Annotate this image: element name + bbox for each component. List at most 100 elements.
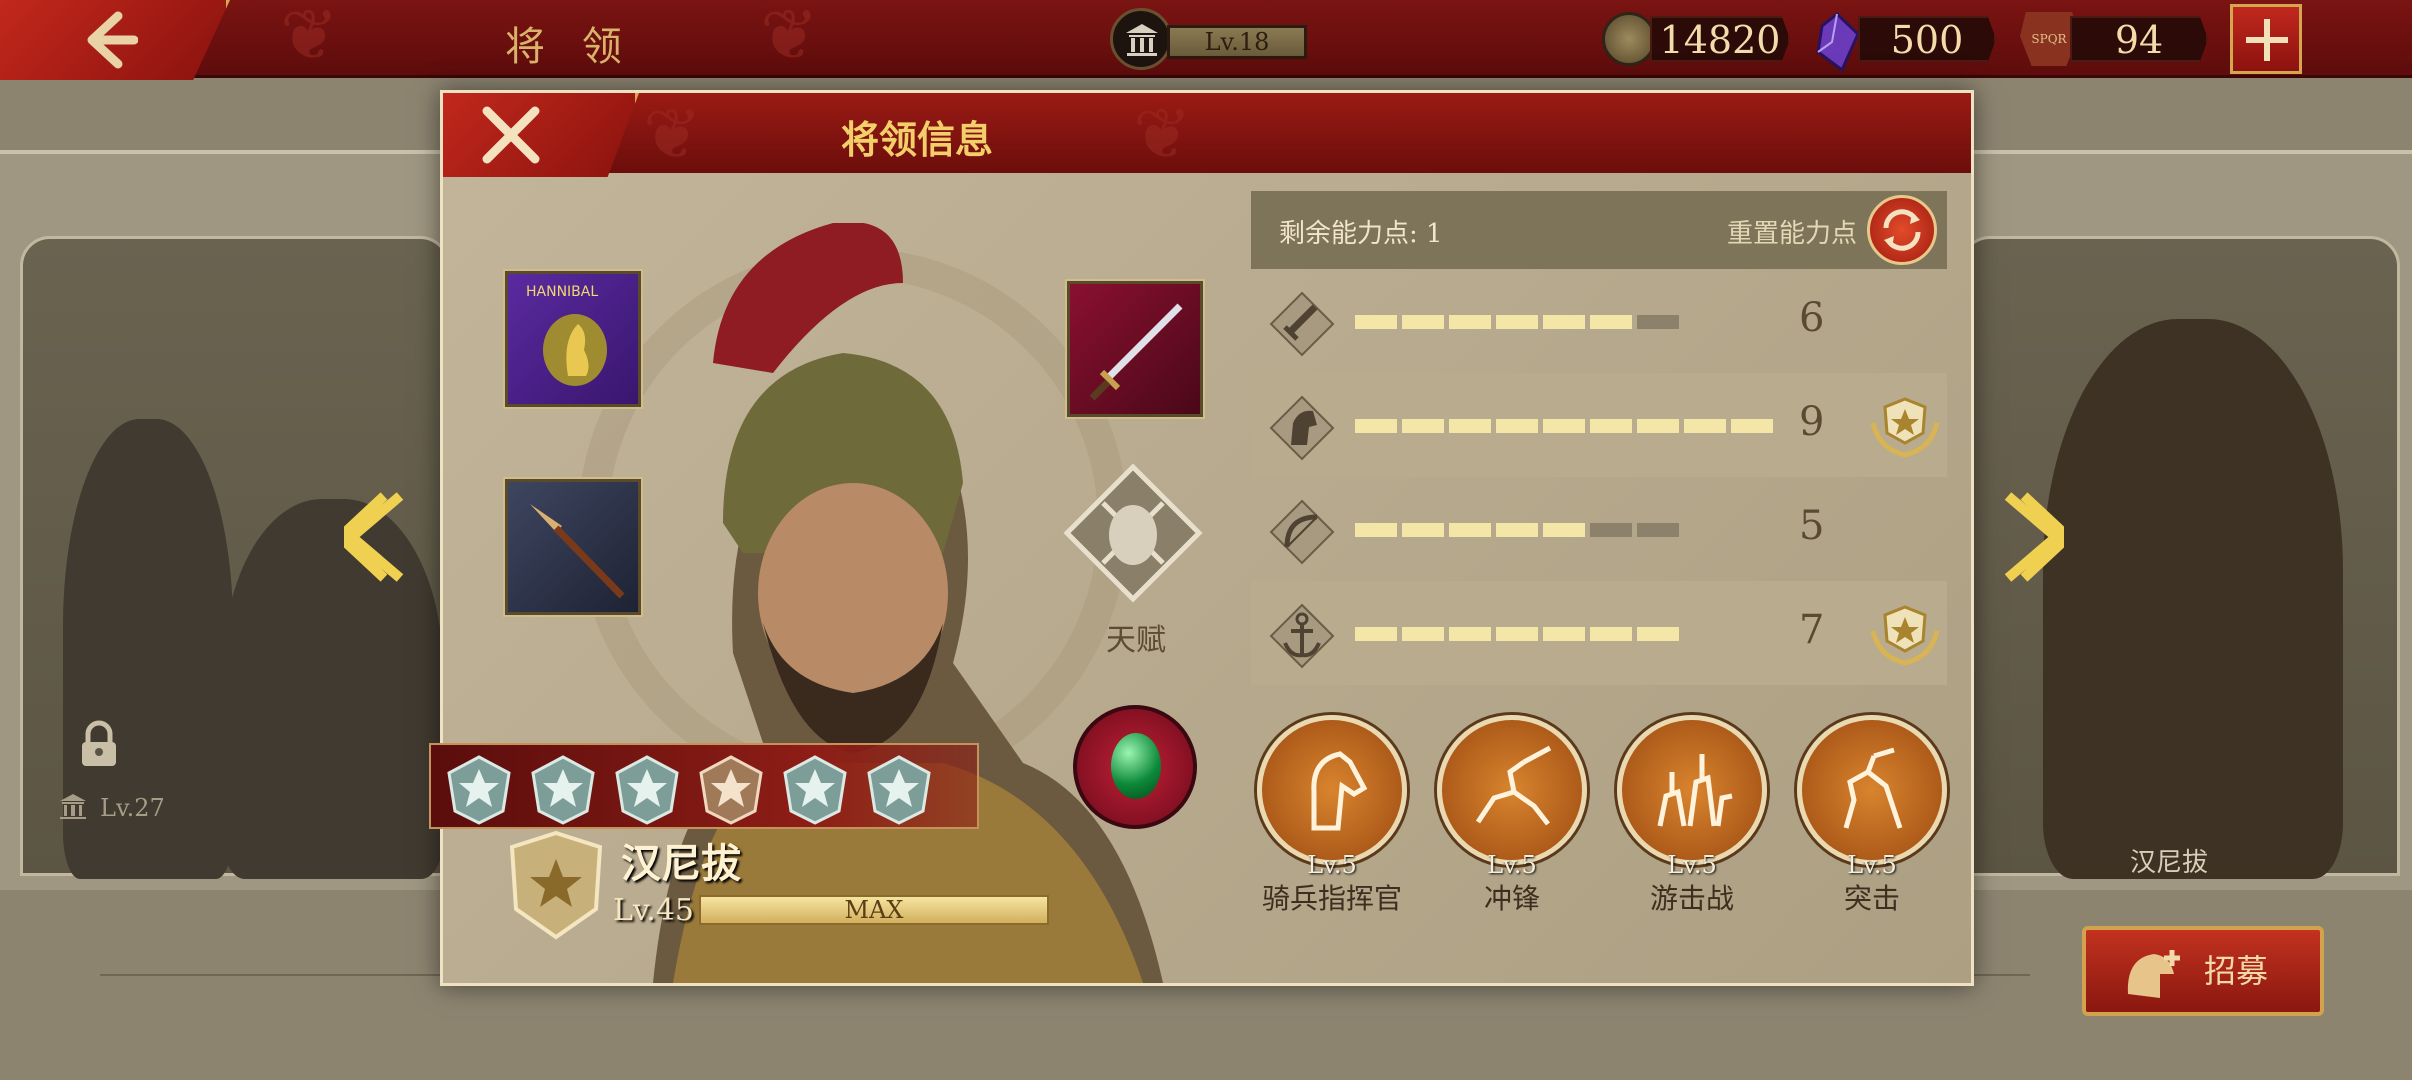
back-button[interactable]: [0, 0, 230, 80]
coin-amount: 14820: [1650, 16, 1790, 62]
stat-segment-filled: [1402, 523, 1444, 537]
castle-icon[interactable]: [1110, 8, 1172, 70]
medal-icon: [1870, 605, 1940, 666]
talent-label: 天赋: [1106, 623, 1166, 658]
anchor-icon: [1269, 603, 1335, 669]
rank-star-icon: [531, 755, 595, 825]
lock-icon: [82, 720, 116, 766]
stat-segment-filled: [1449, 315, 1491, 329]
sword-icon: [1089, 303, 1183, 401]
stat-segment-filled: [1590, 419, 1632, 433]
stat-segment-filled: [1449, 419, 1491, 433]
spear-item[interactable]: [505, 479, 641, 615]
stat-value: 7: [1799, 607, 1825, 653]
riders-group-icon: [1657, 754, 1733, 827]
next-general-name: 汉尼拔: [2130, 848, 2209, 878]
stat-segment-filled: [1449, 627, 1491, 641]
skill-assault[interactable]: [1797, 715, 1947, 865]
stat-segment-empty: [1637, 315, 1679, 329]
skill-charge[interactable]: [1437, 715, 1587, 865]
rank-star-icon: [867, 755, 931, 825]
sword-item[interactable]: [1067, 281, 1203, 417]
stat-segment-filled: [1355, 627, 1397, 641]
reset-points-label: 重置能力点: [1726, 219, 1857, 249]
refresh-icon: [1883, 209, 1921, 251]
skill-name: 骑兵指挥官: [1261, 882, 1402, 915]
hannibal-banner-item[interactable]: HANNIBAL: [505, 271, 641, 407]
stat-value: 9: [1799, 399, 1825, 445]
dialog-title: 将领信息: [841, 117, 994, 162]
skill-name: 游击战: [1649, 882, 1734, 915]
dialog-header: ❦ ❦ 将领信息: [443, 93, 1971, 175]
stat-segment-filled: [1731, 419, 1773, 433]
laurel-decoration-icon: ❦: [280, 0, 339, 76]
close-icon: [482, 106, 540, 164]
emerald-gem-slot[interactable]: [1073, 705, 1197, 829]
rank-badge-icon: [509, 830, 603, 940]
rank-star-icon: [783, 755, 847, 825]
stat-row-navy[interactable]: 7: [1251, 581, 1947, 685]
rank-star-icon: [615, 755, 679, 825]
rank-star-bronze-icon: [699, 755, 763, 825]
top-bar: ❦ ❦ 将 领 Lv.18 14820 500 SPQR 94: [0, 0, 2412, 80]
stat-segment-filled: [1402, 315, 1444, 329]
skill-level: Lv.5: [1487, 851, 1537, 879]
medal-icon: [1870, 397, 1940, 458]
stat-segment-filled: [1590, 627, 1632, 641]
spqr-icon: SPQR: [2020, 12, 2078, 66]
stat-row-cavalry[interactable]: 9: [1251, 373, 1947, 477]
add-resource-button[interactable]: [2230, 4, 2302, 74]
rank-stars-bar: [429, 743, 979, 829]
purple-gem-icon: [1816, 12, 1860, 72]
general-portrait: [2043, 319, 2343, 879]
general-silhouette: [223, 499, 443, 879]
skill-guerrilla[interactable]: [1617, 715, 1767, 865]
banner-emblem-icon: [543, 314, 607, 386]
gem-amount: 500: [1858, 16, 1996, 62]
spqr-amount: 94: [2070, 16, 2208, 62]
skill-level: Lv.5: [1847, 851, 1897, 879]
remaining-points-value: 1: [1426, 219, 1443, 249]
stat-segment-filled: [1355, 523, 1397, 537]
stat-segment-filled: [1637, 627, 1679, 641]
general-info-dialog: ❦ ❦ 将领信息 HANNIBAL 天赋 汉尼拔 Lv.45 MAX 剩余能力点…: [429, 90, 1974, 986]
stat-segment-filled: [1449, 523, 1491, 537]
stat-segment-empty: [1590, 523, 1632, 537]
stat-value: 5: [1799, 503, 1825, 549]
stat-segment-filled: [1355, 315, 1397, 329]
stat-segment-filled: [1402, 627, 1444, 641]
bow-icon: [1269, 499, 1335, 565]
skill-cavalry-commander[interactable]: [1257, 715, 1407, 865]
previous-arrow-icon[interactable]: [344, 492, 404, 582]
stat-value: 6: [1799, 295, 1825, 341]
general-name: 汉尼拔: [621, 840, 741, 887]
remaining-points-label: 剩余能力点: 1: [1279, 213, 1443, 250]
stat-segment-empty: [1637, 523, 1679, 537]
remaining-points-text: 剩余能力点:: [1279, 219, 1418, 249]
recruit-button[interactable]: 招募: [2082, 926, 2324, 1016]
stat-segment-filled: [1637, 419, 1679, 433]
talent-icon[interactable]: [1063, 463, 1203, 603]
stat-segment-filled: [1402, 419, 1444, 433]
stat-segment-filled: [1496, 627, 1538, 641]
stat-segment-filled: [1543, 419, 1585, 433]
stat-segment-filled: [1355, 419, 1397, 433]
castle-level: Lv.18: [1167, 25, 1307, 59]
spear-icon: [530, 504, 625, 599]
skill-name: 突击: [1843, 882, 1900, 915]
back-arrow-icon: [87, 11, 138, 69]
close-button[interactable]: [443, 93, 639, 177]
skill-name: 冲锋: [1483, 882, 1540, 915]
banner-text: HANNIBAL: [526, 284, 599, 300]
next-arrow-icon[interactable]: [2004, 492, 2064, 582]
ability-points-row: 剩余能力点: 1 重置能力点: [1251, 191, 1947, 269]
stat-row-archer[interactable]: 5: [1251, 477, 1947, 581]
horse-icon: [1269, 395, 1335, 461]
skill-level: Lv.5: [1667, 851, 1717, 879]
reset-points-button[interactable]: [1867, 195, 1937, 265]
stat-segment-filled: [1496, 523, 1538, 537]
castle-icon: [60, 794, 86, 819]
stat-segment-filled: [1543, 523, 1585, 537]
stat-row-infantry[interactable]: 6: [1251, 269, 1947, 373]
general-level: Lv.45: [613, 893, 695, 928]
